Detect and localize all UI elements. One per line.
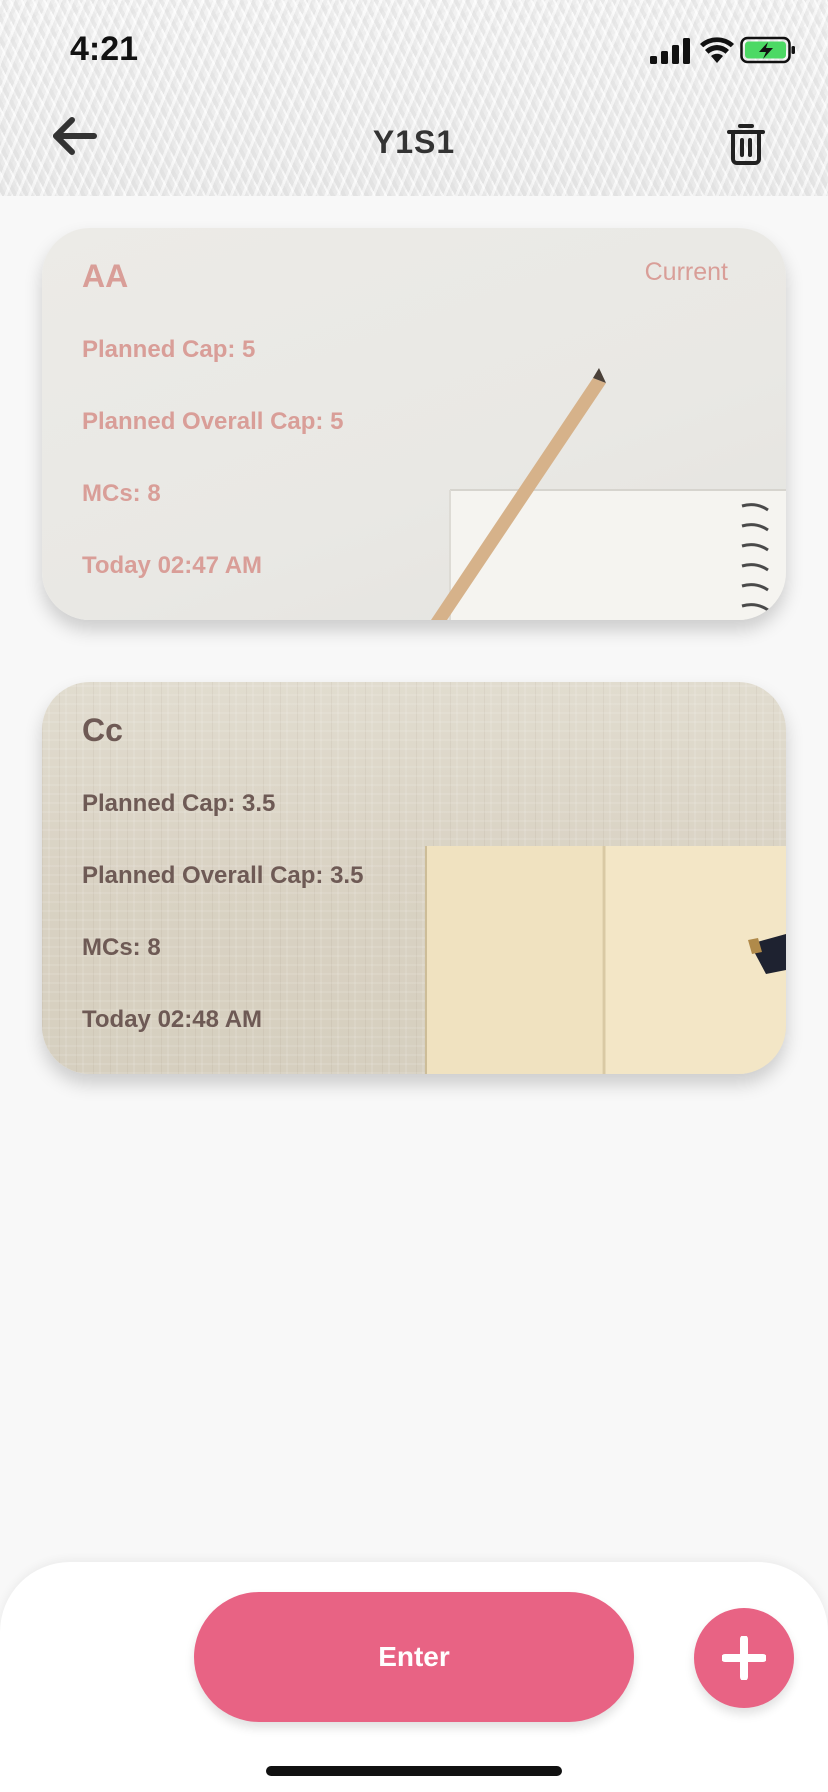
wifi-icon [700, 37, 734, 63]
card-title: AA [82, 258, 129, 294]
planned-overall-cap: Planned Overall Cap: 5 [82, 408, 344, 435]
status-bar: 4:21 [0, 0, 828, 100]
card-title: Cc [82, 712, 123, 748]
semester-plan-card-cc[interactable]: Cc Planned Cap: 3.5 Planned Overall Cap:… [42, 682, 786, 1074]
add-button[interactable] [694, 1608, 794, 1708]
home-indicator [266, 1766, 562, 1776]
semester-plan-card-aa[interactable]: AA Current Planned Cap: 5 Planned Overal… [42, 228, 786, 620]
header: 4:21 Y1S1 [0, 0, 828, 196]
plus-icon [722, 1636, 766, 1680]
timestamp: Today 02:47 AM [82, 552, 263, 579]
battery-charging-icon [740, 36, 795, 64]
current-badge: Current [644, 258, 728, 286]
planned-cap: Planned Cap: 5 [82, 336, 256, 363]
planned-cap: Planned Cap: 3.5 [82, 790, 276, 817]
cellular-signal-icon [650, 38, 690, 64]
mcs-count: MCs: 8 [82, 934, 161, 961]
trash-icon[interactable] [726, 122, 766, 166]
status-time: 4:21 [70, 30, 139, 68]
planned-overall-cap: Planned Overall Cap: 3.5 [82, 862, 364, 889]
timestamp: Today 02:48 AM [82, 1006, 263, 1033]
mcs-count: MCs: 8 [82, 480, 161, 507]
enter-button[interactable]: Enter [194, 1592, 634, 1722]
page-title: Y1S1 [372, 124, 456, 160]
